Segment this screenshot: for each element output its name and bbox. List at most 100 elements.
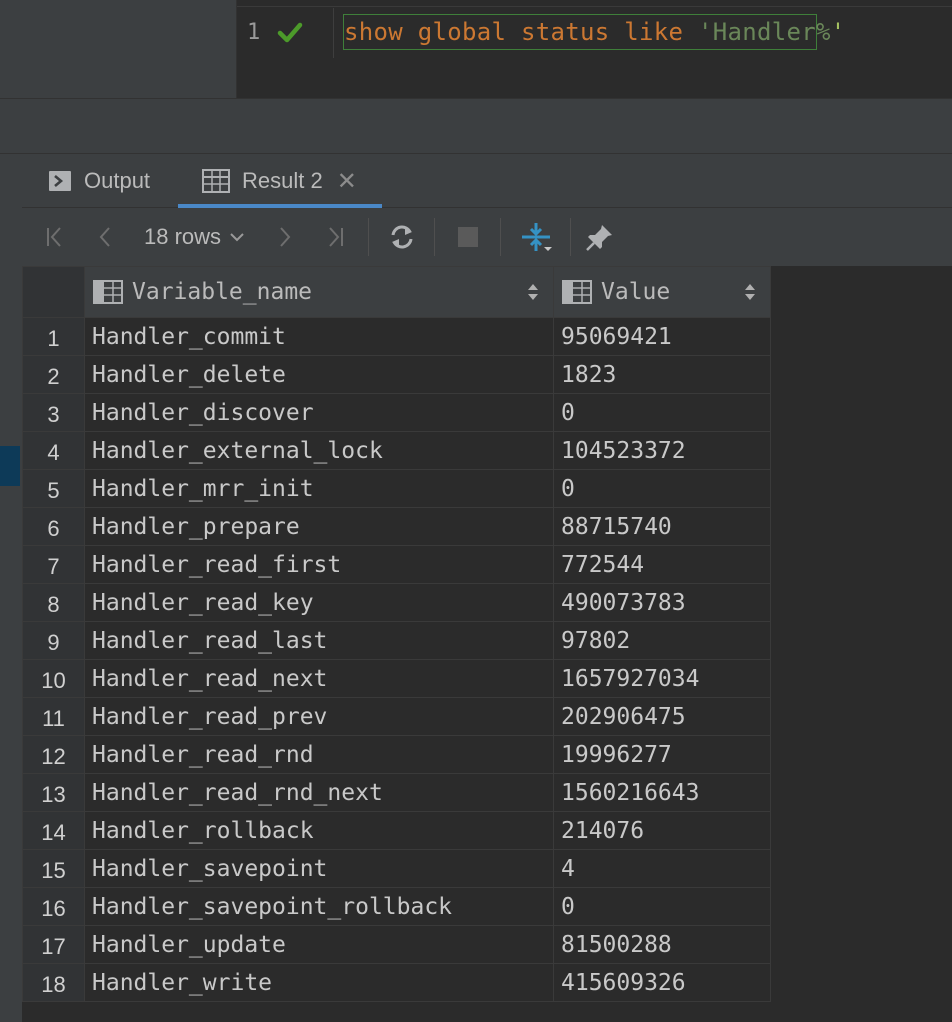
row-number[interactable]: 10 [22,659,85,698]
row-number[interactable]: 5 [22,469,85,508]
row-number[interactable]: 17 [22,925,85,964]
stop-icon[interactable] [452,208,484,266]
table-row[interactable]: 2 Handler_delete 1823 [22,355,771,394]
next-page-icon[interactable] [270,208,300,266]
cell-value[interactable]: 1560216643 [553,773,771,812]
sort-icon[interactable] [744,282,756,302]
first-page-icon[interactable] [40,208,70,266]
cell-variable-name[interactable]: Handler_discover [84,393,554,432]
close-icon[interactable]: ✕ [337,167,357,196]
cell-value[interactable]: 415609326 [553,963,771,1002]
table-row[interactable]: 9 Handler_read_last 97802 [22,621,771,660]
cell-variable-name[interactable]: Handler_read_key [84,583,554,622]
table-row[interactable]: 14 Handler_rollback 214076 [22,811,771,850]
cell-variable-name[interactable]: Handler_rollback [84,811,554,850]
sql-editor[interactable]: 1 [237,0,952,98]
table-row[interactable]: 6 Handler_prepare 88715740 [22,507,771,546]
cell-variable-name[interactable]: Handler_savepoint_rollback [84,887,554,926]
toolbar-separator [570,218,571,256]
cell-variable-name[interactable]: Handler_read_last [84,621,554,660]
toolbar-separator [500,218,501,256]
cell-variable-name[interactable]: Handler_read_rnd [84,735,554,774]
sql-query[interactable]: show global status like 'Handler%' [344,18,845,46]
table-row[interactable]: 8 Handler_read_key 490073783 [22,583,771,622]
selected-session-marker[interactable] [0,446,20,486]
cell-variable-name[interactable]: Handler_prepare [84,507,554,546]
cell-variable-name[interactable]: Handler_update [84,925,554,964]
services-strip [0,154,22,1022]
grid-corner[interactable] [22,266,85,318]
grid-header-row: Variable_name Value [22,266,771,318]
cell-value[interactable]: 19996277 [553,735,771,774]
row-number[interactable]: 9 [22,621,85,660]
column-header-variable-name[interactable]: Variable_name [84,266,554,318]
row-number[interactable]: 4 [22,431,85,470]
cell-value[interactable]: 202906475 [553,697,771,736]
cell-value[interactable]: 0 [553,469,771,508]
cell-variable-name[interactable]: Handler_delete [84,355,554,394]
cell-value[interactable]: 88715740 [553,507,771,546]
table-row[interactable]: 12 Handler_read_rnd 19996277 [22,735,771,774]
row-number[interactable]: 1 [22,317,85,356]
cell-variable-name[interactable]: Handler_savepoint [84,849,554,888]
table-row[interactable]: 17 Handler_update 81500288 [22,925,771,964]
cell-value[interactable]: 95069421 [553,317,771,356]
cell-variable-name[interactable]: Handler_mrr_init [84,469,554,508]
pin-icon[interactable] [582,208,618,266]
table-row[interactable]: 3 Handler_discover 0 [22,393,771,432]
row-number[interactable]: 2 [22,355,85,394]
row-number[interactable]: 15 [22,849,85,888]
cell-value[interactable]: 0 [553,393,771,432]
table-row[interactable]: 10 Handler_read_next 1657927034 [22,659,771,698]
table-row[interactable]: 7 Handler_read_first 772544 [22,545,771,584]
cell-value[interactable]: 97802 [553,621,771,660]
cell-value[interactable]: 214076 [553,811,771,850]
previous-page-icon[interactable] [90,208,120,266]
cell-variable-name[interactable]: Handler_external_lock [84,431,554,470]
cell-variable-name[interactable]: Handler_read_first [84,545,554,584]
table-row[interactable]: 1 Handler_commit 95069421 [22,317,771,356]
row-number[interactable]: 11 [22,697,85,736]
panel-divider[interactable] [0,98,952,154]
cell-variable-name[interactable]: Handler_write [84,963,554,1002]
row-number[interactable]: 14 [22,811,85,850]
cell-variable-name[interactable]: Handler_read_next [84,659,554,698]
table-row[interactable]: 16 Handler_savepoint_rollback 0 [22,887,771,926]
row-number[interactable]: 16 [22,887,85,926]
console-icon [49,171,71,191]
cell-value[interactable]: 490073783 [553,583,771,622]
cell-value[interactable]: 1823 [553,355,771,394]
column-header-value[interactable]: Value [553,266,771,318]
cell-variable-name[interactable]: Handler_read_prev [84,697,554,736]
compare-icon[interactable] [516,208,556,266]
tab-result-label: Result 2 [242,168,323,193]
row-number[interactable]: 3 [22,393,85,432]
tab-output[interactable]: Output [48,154,150,208]
cell-value[interactable]: 4 [553,849,771,888]
cell-variable-name[interactable]: Handler_commit [84,317,554,356]
table-row[interactable]: 18 Handler_write 415609326 [22,963,771,1002]
cell-value[interactable]: 0 [553,887,771,926]
row-number[interactable]: 6 [22,507,85,546]
sort-icon[interactable] [527,282,539,302]
table-row[interactable]: 13 Handler_read_rnd_next 1560216643 [22,773,771,812]
last-page-icon[interactable] [320,208,350,266]
table-row[interactable]: 5 Handler_mrr_init 0 [22,469,771,508]
table-row[interactable]: 11 Handler_read_prev 202906475 [22,697,771,736]
row-number[interactable]: 7 [22,545,85,584]
row-count-dropdown[interactable]: 18 rows [144,208,245,266]
cell-value[interactable]: 1657927034 [553,659,771,698]
tab-result-2[interactable]: Result 2 ✕ [202,154,357,208]
cell-value[interactable]: 81500288 [553,925,771,964]
row-number[interactable]: 18 [22,963,85,1002]
result-tabs: Output Result 2 ✕ [22,154,952,208]
row-number[interactable]: 13 [22,773,85,812]
row-number[interactable]: 12 [22,735,85,774]
cell-variable-name[interactable]: Handler_read_rnd_next [84,773,554,812]
table-row[interactable]: 15 Handler_savepoint 4 [22,849,771,888]
refresh-icon[interactable] [384,208,420,266]
table-row[interactable]: 4 Handler_external_lock 104523372 [22,431,771,470]
row-number[interactable]: 8 [22,583,85,622]
cell-value[interactable]: 772544 [553,545,771,584]
cell-value[interactable]: 104523372 [553,431,771,470]
